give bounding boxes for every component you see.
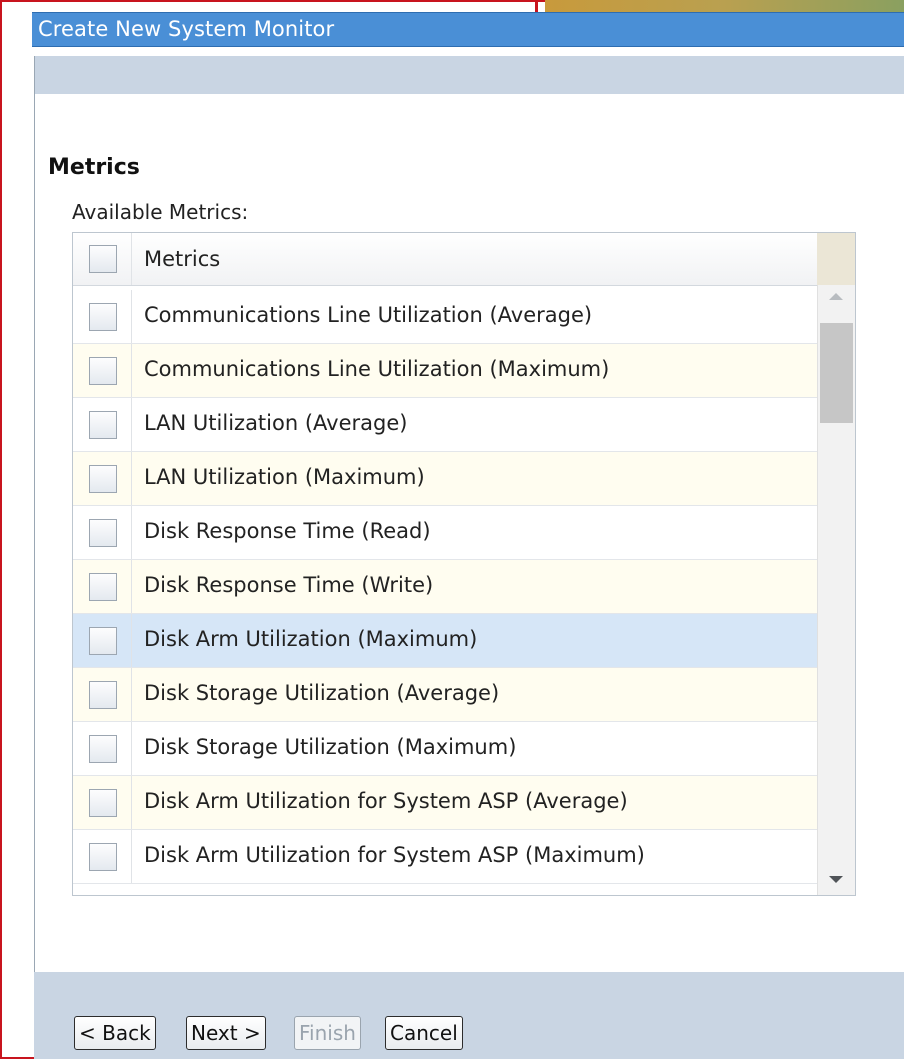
row-checkbox-cell — [73, 776, 132, 829]
table-row[interactable]: LAN Utilization (Average) — [73, 398, 817, 452]
back-button[interactable]: < Back — [74, 1016, 156, 1050]
row-checkbox[interactable] — [89, 789, 117, 817]
row-checkbox[interactable] — [89, 843, 117, 871]
scrollbar-thumb[interactable] — [820, 323, 853, 423]
section-heading: Metrics — [48, 155, 140, 180]
row-checkbox[interactable] — [89, 573, 117, 601]
header-scroll-spacer — [817, 233, 855, 285]
dialog-footer — [34, 972, 904, 1059]
row-checkbox-cell — [73, 614, 132, 667]
metric-name: Disk Arm Utilization (Maximum) — [144, 627, 478, 651]
table-row[interactable]: Communications Line Utilization (Average… — [73, 290, 817, 344]
table-row[interactable]: Disk Storage Utilization (Maximum) — [73, 722, 817, 776]
metric-name: Disk Storage Utilization (Maximum) — [144, 735, 517, 759]
background-window-strip — [545, 0, 904, 12]
row-checkbox[interactable] — [89, 303, 117, 331]
header-checkbox-cell — [73, 233, 132, 285]
row-checkbox[interactable] — [89, 735, 117, 763]
column-header-metrics[interactable]: Metrics — [144, 247, 220, 271]
metric-name: LAN Utilization (Maximum) — [144, 465, 425, 489]
table-header: Metrics — [73, 233, 817, 286]
metric-name: Communications Line Utilization (Maximum… — [144, 357, 610, 381]
table-row[interactable]: Disk Storage Utilization (Average) — [73, 668, 817, 722]
cancel-button[interactable]: Cancel — [385, 1016, 463, 1050]
row-checkbox-cell — [73, 506, 132, 559]
metric-name: Disk Response Time (Read) — [144, 519, 431, 543]
scroll-down-arrow-icon[interactable] — [829, 876, 843, 883]
row-checkbox[interactable] — [89, 519, 117, 547]
dialog-title: Create New System Monitor — [38, 17, 335, 41]
table-row[interactable]: Disk Arm Utilization for System ASP (Max… — [73, 830, 817, 884]
panel-header-band — [35, 56, 904, 94]
table-row[interactable]: Disk Arm Utilization for System ASP (Ave… — [73, 776, 817, 830]
row-checkbox-cell — [73, 398, 132, 451]
row-checkbox-cell — [73, 722, 132, 775]
metric-name: Communications Line Utilization (Average… — [144, 303, 593, 327]
metric-name: Disk Arm Utilization for System ASP (Ave… — [144, 789, 628, 813]
metric-name: LAN Utilization (Average) — [144, 411, 408, 435]
row-checkbox-cell — [73, 344, 132, 397]
table-row[interactable]: Communications Line Utilization (Maximum… — [73, 344, 817, 398]
dialog-title-bar: Create New System Monitor — [32, 12, 904, 47]
row-checkbox[interactable] — [89, 465, 117, 493]
finish-button[interactable]: Finish — [294, 1016, 361, 1050]
table-row[interactable]: LAN Utilization (Maximum) — [73, 452, 817, 506]
row-checkbox-cell — [73, 830, 132, 883]
metric-name: Disk Storage Utilization (Average) — [144, 681, 500, 705]
metric-name: Disk Response Time (Write) — [144, 573, 434, 597]
available-metrics-label: Available Metrics: — [72, 200, 249, 224]
row-checkbox-cell — [73, 560, 132, 613]
row-checkbox[interactable] — [89, 681, 117, 709]
row-checkbox-cell — [73, 668, 132, 721]
row-checkbox[interactable] — [89, 627, 117, 655]
row-checkbox[interactable] — [89, 411, 117, 439]
row-checkbox[interactable] — [89, 357, 117, 385]
metrics-table: Metrics Communications Line Utilization … — [72, 232, 856, 896]
select-all-checkbox[interactable] — [89, 245, 117, 273]
vertical-scrollbar[interactable] — [817, 285, 855, 895]
table-row[interactable]: Disk Response Time (Read) — [73, 506, 817, 560]
table-row[interactable]: Disk Arm Utilization (Maximum) — [73, 614, 817, 668]
row-checkbox-cell — [73, 290, 132, 343]
row-checkbox-cell — [73, 452, 132, 505]
table-row[interactable]: Disk Response Time (Write) — [73, 560, 817, 614]
metric-name: Disk Arm Utilization for System ASP (Max… — [144, 843, 645, 867]
scroll-up-arrow-icon[interactable] — [829, 293, 843, 300]
next-button[interactable]: Next > — [186, 1016, 266, 1050]
